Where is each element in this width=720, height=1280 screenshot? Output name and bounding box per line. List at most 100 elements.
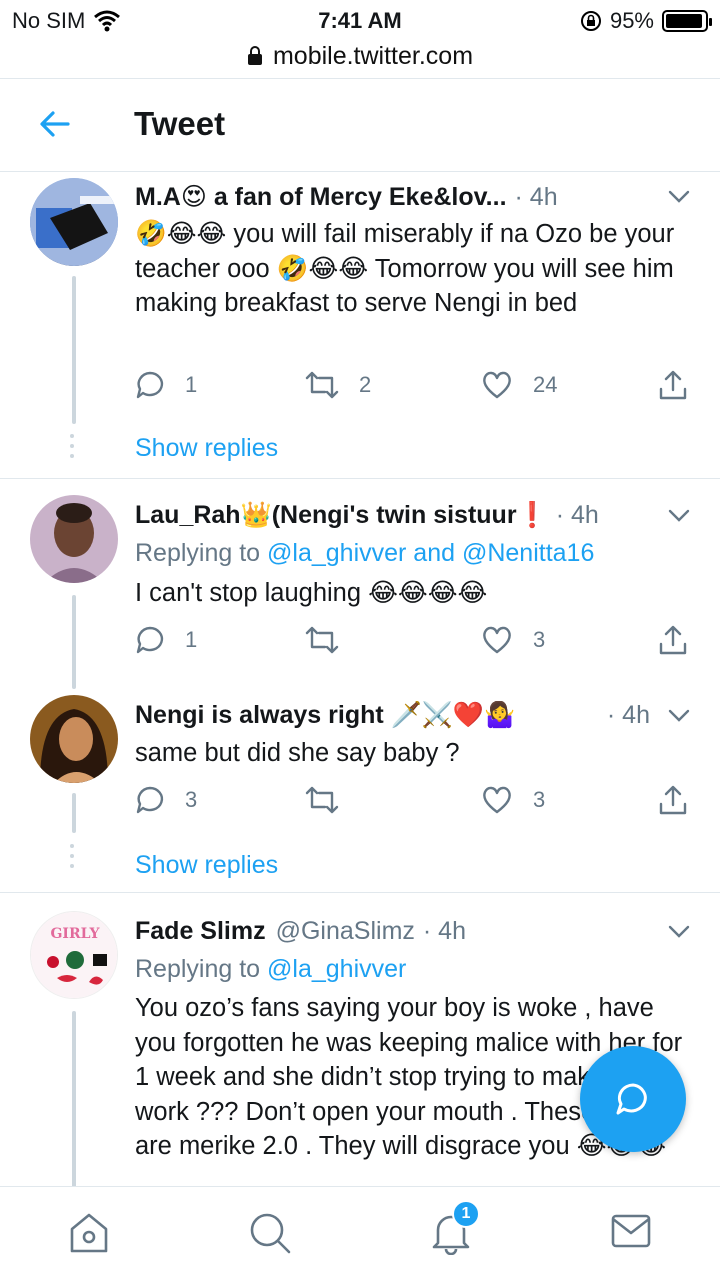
replying-to-label: Replying to [135, 955, 261, 983]
chevron-down-icon[interactable] [668, 709, 690, 723]
author-name[interactable]: M.A😍 a fan of Mercy Eke&lov... [135, 182, 507, 212]
share-button[interactable] [657, 625, 689, 657]
battery-fill [666, 14, 703, 28]
reply-count: 1 [185, 627, 198, 652]
replying-to: Replying to @la_ghivver [135, 955, 406, 984]
tweet-time[interactable]: · 4h [556, 501, 599, 530]
reply-count: 1 [185, 372, 198, 397]
thread-line [72, 276, 76, 424]
orientation-lock-icon [580, 11, 601, 31]
reply-button[interactable]: 3 [135, 785, 197, 815]
avatar-text: GIRLY [50, 926, 100, 942]
avatar[interactable] [30, 695, 118, 783]
url-bar[interactable]: mobile.twitter.com [0, 36, 720, 76]
reply-icon [136, 626, 164, 654]
thread-line [72, 793, 76, 833]
lock-icon [247, 46, 262, 65]
tweet-header: Nengi is always right 🗡️⚔️❤️🤷‍♀️ · 4h [135, 701, 650, 730]
thread-line [72, 595, 76, 689]
retweet-icon [305, 786, 339, 814]
share-icon [659, 625, 687, 655]
retweet-icon [305, 371, 339, 399]
reply-count: 3 [185, 787, 198, 812]
avatar[interactable]: GIRLY [30, 911, 118, 999]
search-icon[interactable] [248, 1211, 292, 1255]
share-icon [659, 785, 687, 815]
author-name[interactable]: Lau_Rah👑(Nengi's twin sistuur❗ [135, 501, 548, 530]
tweet-text: same but did she say baby ? [135, 739, 460, 767]
status-right: 95% [580, 8, 712, 34]
replying-to-users[interactable]: @la_ghivver and @Nenitta16 [267, 539, 594, 567]
tweet-header: M.A😍 a fan of Mercy Eke&lov... · 4h [135, 182, 650, 212]
avatar-image [30, 178, 118, 266]
author-name[interactable]: Fade Slimz [135, 917, 266, 946]
tweet-feed[interactable]: M.A😍 a fan of Mercy Eke&lov... · 4h 🤣😂😂 … [0, 172, 720, 1186]
heart-icon [483, 626, 511, 654]
like-count: 24 [533, 372, 558, 397]
notifications-badge: 1 [452, 1200, 480, 1228]
retweet-button[interactable] [305, 785, 359, 815]
chevron-down-icon[interactable] [668, 190, 690, 204]
share-icon [659, 370, 687, 400]
tweet-time[interactable]: · 4h [607, 701, 650, 730]
mail-icon[interactable] [610, 1211, 652, 1251]
tweet-actions: 1 3 [135, 625, 692, 661]
reply-icon [136, 371, 164, 399]
thread-line [72, 1011, 76, 1186]
status-bar: No SIM 7:41 AM 95% [0, 0, 720, 40]
tweet-actions: 1 2 24 [135, 370, 692, 406]
like-button[interactable]: 3 [481, 625, 545, 655]
back-arrow-icon[interactable] [38, 107, 72, 141]
heart-icon [483, 786, 511, 814]
retweet-icon [305, 626, 339, 654]
tweet-header: Lau_Rah👑(Nengi's twin sistuur❗ · 4h [135, 501, 650, 530]
retweet-button[interactable] [305, 625, 359, 655]
show-replies-link[interactable]: Show replies [135, 434, 278, 463]
reply-icon [136, 786, 164, 814]
share-button[interactable] [657, 785, 689, 817]
share-button[interactable] [657, 370, 689, 402]
reply-button[interactable]: 1 [135, 370, 197, 400]
author-name[interactable]: Nengi is always right 🗡️⚔️❤️🤷‍♀️ [135, 701, 515, 730]
home-icon[interactable] [68, 1211, 110, 1255]
replying-to-users[interactable]: @la_ghivver [267, 955, 406, 983]
like-button[interactable]: 24 [481, 370, 557, 400]
thread-dots [70, 844, 76, 868]
tweet-text: 🤣😂😂 you will fail miserably if na Ozo be… [135, 220, 675, 317]
author-handle[interactable]: @GinaSlimz [276, 917, 415, 946]
replying-to: Replying to @la_ghivver and @Nenitta16 [135, 539, 594, 568]
compose-reply-button[interactable] [580, 1046, 686, 1152]
avatar-image [30, 495, 118, 583]
chevron-down-icon[interactable] [668, 509, 690, 523]
replying-to-label: Replying to [135, 539, 261, 567]
tweet-text: I can't stop laughing 😂😂😂😂 [135, 579, 488, 607]
like-count: 3 [533, 627, 546, 652]
battery-icon [662, 10, 712, 32]
like-count: 3 [533, 787, 546, 812]
avatar[interactable] [30, 495, 118, 583]
tweet-time[interactable]: · 4h [515, 183, 558, 212]
page-title: Tweet [134, 105, 226, 142]
reply-button[interactable]: 1 [135, 625, 197, 655]
avatar-image: GIRLY [31, 912, 117, 998]
show-replies-link[interactable]: Show replies [135, 851, 278, 880]
bottom-tab-bar [0, 1186, 720, 1280]
avatar[interactable] [30, 178, 118, 266]
tweet-actions: 3 3 [135, 785, 692, 821]
avatar-image [30, 695, 118, 783]
battery-percent: 95% [609, 8, 654, 33]
tweet-header: Fade Slimz @GinaSlimz · 4h [135, 917, 650, 946]
tweet-item[interactable]: M.A😍 a fan of Mercy Eke&lov... · 4h 🤣😂😂 … [0, 172, 720, 478]
tweet-item[interactable]: Nengi is always right 🗡️⚔️❤️🤷‍♀️ · 4h sa… [0, 689, 720, 893]
retweet-count: 2 [359, 372, 372, 397]
heart-icon [483, 371, 511, 399]
tweet-time[interactable]: · 4h [423, 917, 466, 946]
thread-dots [70, 434, 76, 458]
compose-reply-icon [616, 1083, 647, 1115]
chevron-down-icon[interactable] [668, 925, 690, 939]
like-button[interactable]: 3 [481, 785, 545, 815]
page-header: Tweet [0, 78, 720, 172]
retweet-button[interactable]: 2 [305, 370, 371, 400]
tweet-item[interactable]: Lau_Rah👑(Nengi's twin sistuur❗ · 4h Repl… [0, 479, 720, 689]
url-text: mobile.twitter.com [272, 41, 474, 70]
